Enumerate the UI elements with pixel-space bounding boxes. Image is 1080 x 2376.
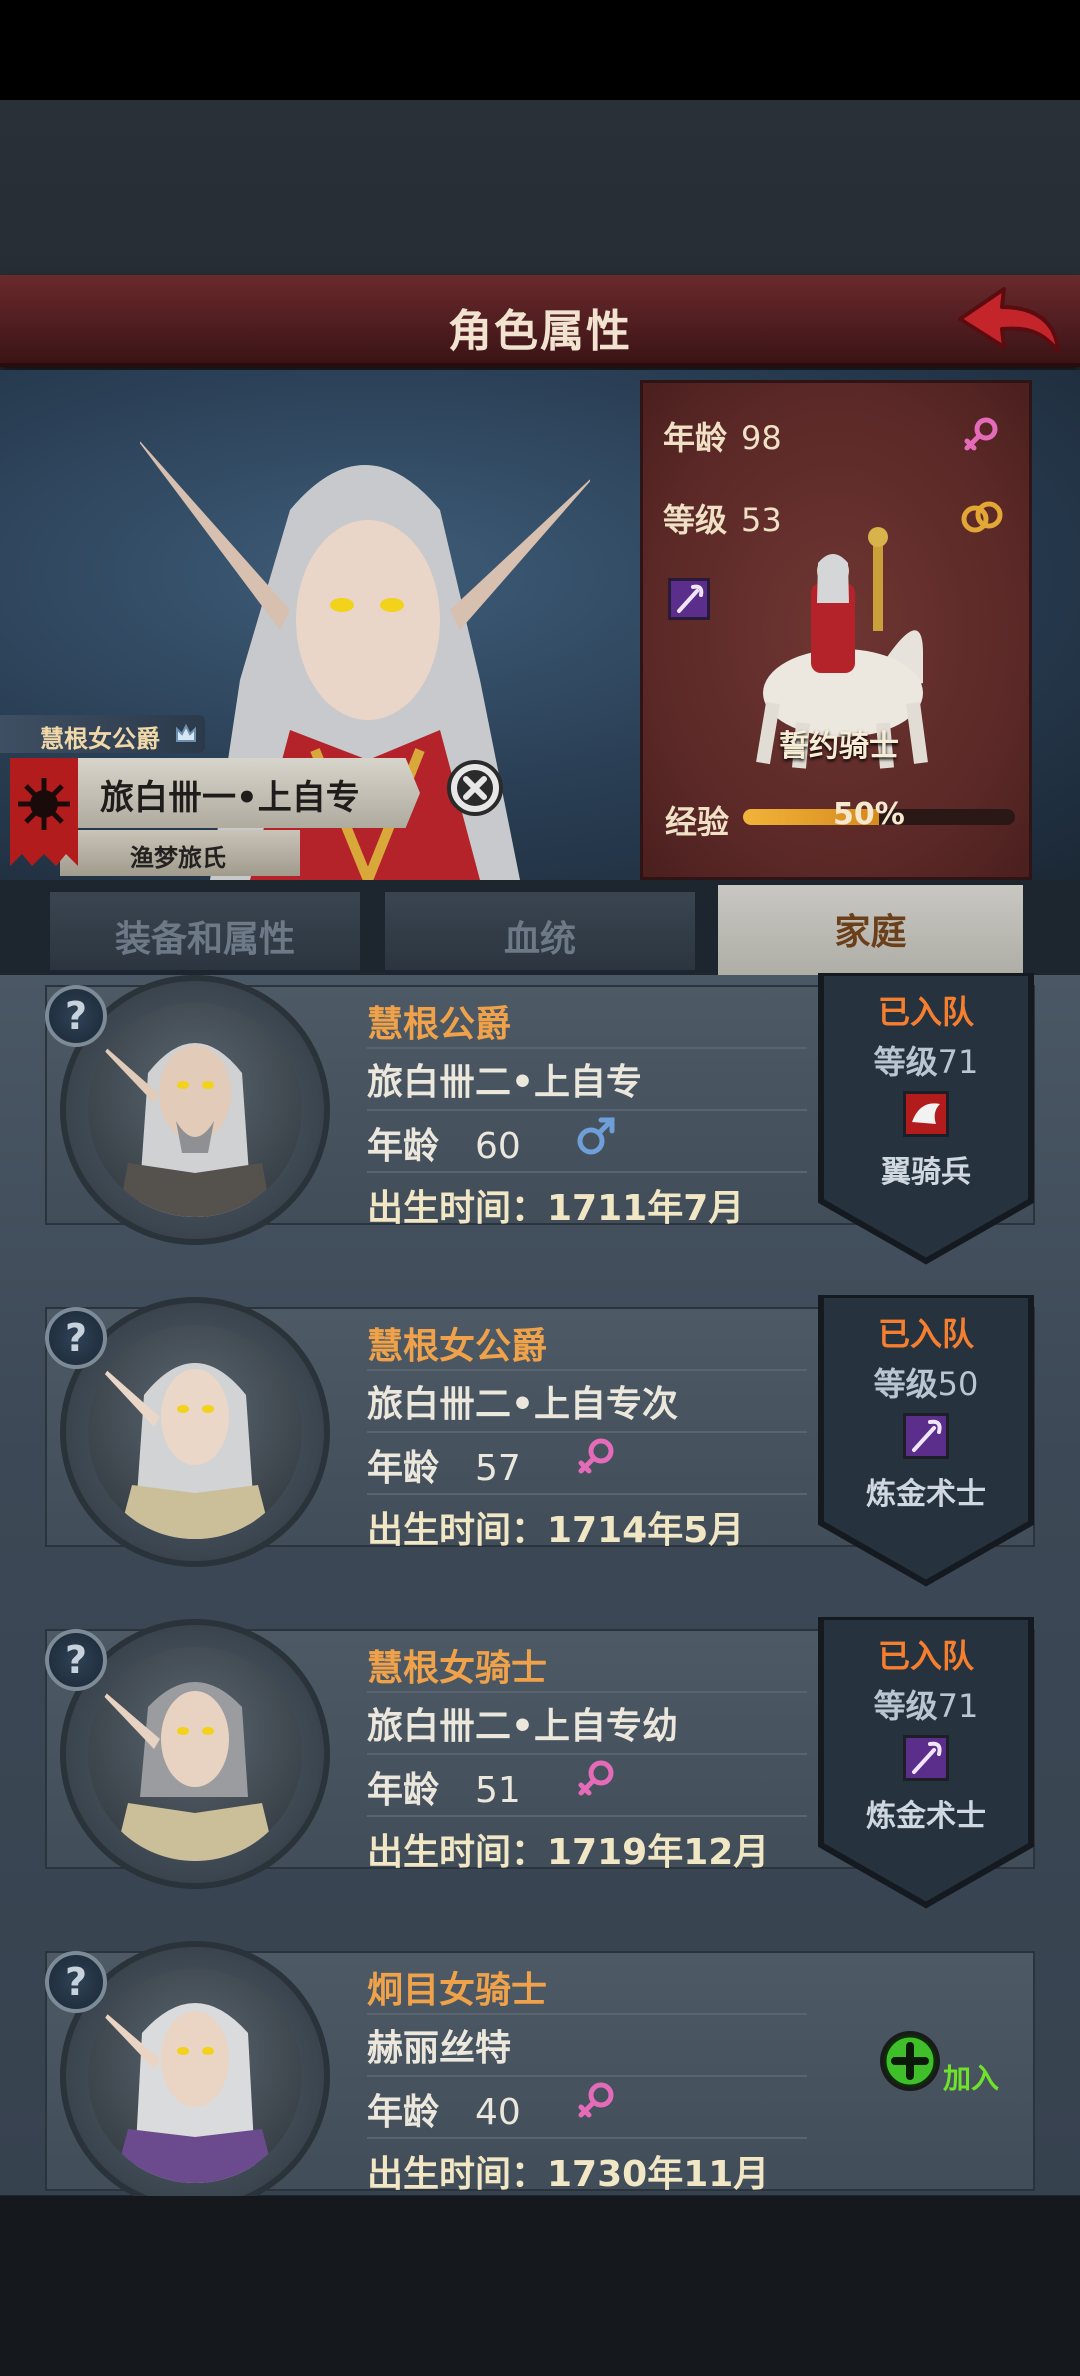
staff-icon — [903, 1735, 949, 1781]
party-status-pennant: 已入队 等级50 炼金术士 — [815, 1295, 1037, 1587]
staff-icon — [668, 578, 710, 620]
age-label: 年龄 — [663, 419, 728, 457]
member-portrait — [88, 1353, 272, 1539]
member-portrait — [88, 1997, 276, 2183]
character-name: 旅白卌一•上自专 — [100, 778, 360, 818]
tab-family[interactable]: 家庭 — [718, 885, 1023, 975]
status-bar-area — [0, 0, 1080, 100]
member-level: 等级71 — [873, 1043, 979, 1081]
member-birth: 出生时间：1711年7月 — [367, 1188, 745, 1229]
level-label: 等级 — [663, 501, 728, 539]
female-icon — [964, 417, 998, 451]
member-portrait — [88, 1677, 276, 1861]
question-icon[interactable]: ? — [45, 1307, 107, 1369]
tab-bloodline[interactable]: 血统 — [385, 892, 695, 970]
family-member-card[interactable]: ? 慧根公爵 旅白卌二•上自专 年龄 60 出生时间：1711年7月 已入队 等级… — [45, 973, 1035, 1265]
house-banner-icon — [10, 758, 78, 866]
member-name: 旅白卌二•上自专 — [367, 1062, 643, 1103]
name-plate: 旅白卌一•上自专 渔梦旅氏 — [0, 758, 420, 880]
divider — [367, 2137, 807, 2139]
member-title: 慧根公爵 — [367, 1004, 512, 1045]
member-name: 旅白卌二•上自专次 — [367, 1384, 679, 1425]
member-title: 慧根女公爵 — [367, 1326, 548, 1367]
divider — [367, 2013, 807, 2015]
age-row: 年龄 98 — [663, 413, 782, 459]
member-name: 旅白卌二•上自专幼 — [367, 1706, 679, 1747]
house-title-tag: 慧根女公爵 — [0, 715, 205, 753]
family-member-card[interactable]: ? 炯目女骑士 赫丽丝特 年龄 40 出生时间：1730年11月 加入 — [45, 1941, 1035, 2211]
member-level: 等级71 — [873, 1687, 979, 1725]
close-icon[interactable] — [445, 758, 505, 818]
page-title: 角色属性 — [448, 306, 632, 357]
house-title: 慧根女公爵 — [40, 725, 160, 753]
party-status-pennant: 已入队 等级71 炼金术士 — [815, 1617, 1037, 1909]
member-portrait — [88, 1031, 272, 1217]
rings-icon — [961, 501, 1003, 533]
party-status: 已入队 — [877, 1315, 974, 1353]
female-icon — [578, 2082, 614, 2118]
divider — [367, 1691, 807, 1693]
divider — [367, 1047, 807, 1049]
back-arrow-icon[interactable] — [952, 285, 1062, 357]
xp-label: 经验 — [665, 803, 730, 841]
tab-equipment[interactable]: 装备和属性 — [50, 892, 360, 970]
member-class: 炼金术士 — [866, 1477, 986, 1512]
member-birth: 出生时间：1714年5月 — [367, 1510, 745, 1551]
divider — [367, 1753, 807, 1755]
member-title: 炯目女骑士 — [367, 1970, 548, 2011]
male-icon — [577, 1117, 615, 1155]
question-icon[interactable]: ? — [45, 1629, 107, 1691]
navigation-bar-area — [0, 2196, 1080, 2376]
divider — [367, 1109, 807, 1111]
stats-panel: 年龄 98 等级 53 誓约骑士 经验 50% — [640, 380, 1032, 880]
divider — [367, 2075, 807, 2077]
staff-icon — [903, 1413, 949, 1459]
question-icon[interactable]: ? — [45, 1951, 107, 2013]
member-name: 赫丽丝特 — [367, 2028, 512, 2069]
member-level: 等级50 — [873, 1365, 979, 1403]
member-age: 年龄 40 — [367, 2092, 521, 2133]
female-icon — [578, 1438, 614, 1474]
add-label[interactable]: 加入 — [943, 2057, 999, 2097]
party-status: 已入队 — [877, 993, 974, 1031]
party-status: 已入队 — [877, 1637, 974, 1675]
member-age: 年龄 57 — [367, 1448, 521, 1489]
title-bar: 角色属性 — [0, 275, 1080, 367]
divider — [367, 1431, 807, 1433]
question-icon[interactable]: ? — [45, 985, 107, 1047]
divider — [367, 1493, 807, 1495]
divider — [367, 1171, 807, 1173]
family-member-card[interactable]: ? 慧根女公爵 旅白卌二•上自专次 年龄 57 出生时间：1714年5月 已入队 … — [45, 1295, 1035, 1587]
member-birth: 出生时间：1730年11月 — [367, 2154, 770, 2195]
xp-percent: 50% — [833, 797, 905, 832]
wing-icon — [903, 1091, 949, 1137]
member-class: 翼骑兵 — [881, 1155, 971, 1190]
crown-icon — [176, 723, 196, 742]
party-status-pennant: 已入队 等级71 翼骑兵 — [815, 973, 1037, 1265]
member-class: 炼金术士 — [866, 1799, 986, 1834]
female-icon — [578, 1760, 614, 1796]
divider — [367, 1815, 807, 1817]
member-age: 年龄 60 — [367, 1126, 521, 1167]
clan-name: 渔梦旅氏 — [130, 844, 226, 872]
divider — [367, 1369, 807, 1371]
member-age: 年龄 51 — [367, 1770, 521, 1811]
age-value: 98 — [741, 419, 782, 457]
member-birth: 出生时间：1719年12月 — [367, 1832, 770, 1873]
family-list: ? 慧根公爵 旅白卌二•上自专 年龄 60 出生时间：1711年7月 已入队 等级… — [0, 973, 1080, 2211]
tab-bar: 装备和属性 血统 家庭 — [0, 880, 1080, 975]
family-member-card[interactable]: ? 慧根女骑士 旅白卌二•上自专幼 年龄 51 出生时间：1719年12月 已入队… — [45, 1617, 1035, 1909]
class-name: 誓约骑士 — [779, 729, 899, 764]
member-title: 慧根女骑士 — [367, 1648, 548, 1689]
